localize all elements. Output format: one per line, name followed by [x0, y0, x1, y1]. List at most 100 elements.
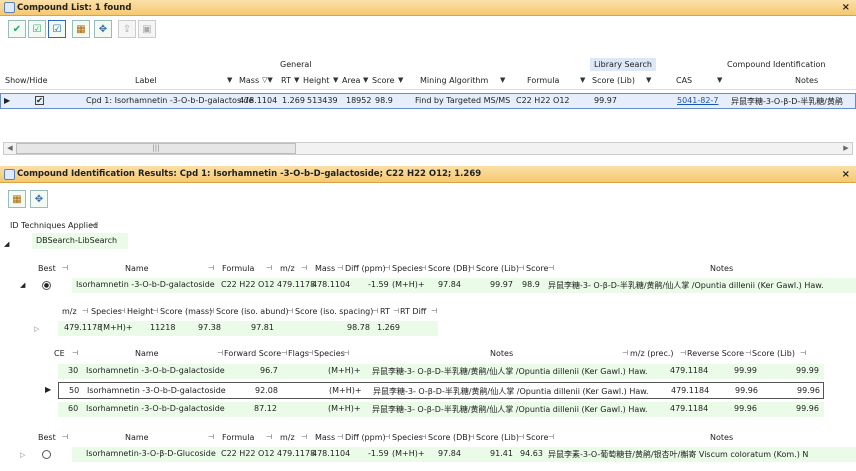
- pin-icon[interactable]: ⊣: [301, 264, 307, 272]
- ce-row[interactable]: 60 Isorhamnetin -3-O-b-D-galactoside 87.…: [58, 402, 824, 417]
- sort-tree-icon[interactable]: ✥: [30, 190, 48, 208]
- pin-icon[interactable]: ⊣: [119, 307, 125, 315]
- filter-icon[interactable]: ▼: [717, 76, 722, 84]
- pin-icon[interactable]: ⊣: [431, 307, 437, 315]
- col-score-mass[interactable]: Score (mass): [160, 307, 212, 316]
- filter-icon[interactable]: ▼: [580, 76, 585, 84]
- filter-icon[interactable]: ▽▼: [262, 76, 273, 84]
- col-rt-diff[interactable]: RT Diff: [400, 307, 426, 316]
- pin-icon[interactable]: ⊣: [680, 349, 686, 357]
- col-formula[interactable]: Formula: [527, 76, 559, 85]
- col-rt[interactable]: RT: [281, 76, 291, 85]
- scroll-left-icon[interactable]: ◀: [4, 143, 16, 154]
- collapse-icon[interactable]: ◢: [4, 240, 9, 248]
- pin-icon[interactable]: ⊣: [287, 307, 293, 315]
- col-mz[interactable]: m/z: [280, 264, 295, 273]
- col-mz-prec[interactable]: m/z (prec.): [630, 349, 674, 358]
- check-list-bold-icon[interactable]: ☑: [48, 20, 66, 38]
- isotope-row[interactable]: 479.1178 (M+H)+ 11218 97.38 97.81 98.78 …: [58, 321, 438, 336]
- col-height[interactable]: Height: [303, 76, 329, 85]
- col-cas[interactable]: CAS: [676, 76, 692, 85]
- col-name[interactable]: Name: [135, 349, 159, 358]
- pin-icon[interactable]: ⊣: [208, 264, 214, 272]
- col-species[interactable]: Species: [392, 264, 423, 273]
- col-score-lib[interactable]: Score (Lib): [592, 76, 635, 85]
- col-height[interactable]: Height: [127, 307, 153, 316]
- pin-icon[interactable]: ⊣: [281, 349, 287, 357]
- pin-icon[interactable]: ⊣: [266, 264, 272, 272]
- pin-icon[interactable]: ⊣: [548, 433, 554, 441]
- col-flags[interactable]: Flags: [288, 349, 309, 358]
- expand-icon[interactable]: ▷: [34, 325, 39, 333]
- col-score[interactable]: Score: [526, 433, 548, 442]
- pin-icon[interactable]: ⊣: [208, 307, 214, 315]
- col-species[interactable]: Species: [392, 433, 423, 442]
- check-icon[interactable]: ✔: [8, 20, 26, 38]
- pin-icon[interactable]: ⊣: [266, 433, 272, 441]
- pin-icon[interactable]: ⊣: [800, 349, 806, 357]
- col-score-db[interactable]: Score (DB): [428, 264, 471, 273]
- pin-icon[interactable]: ⊣: [307, 349, 313, 357]
- filter-icon[interactable]: ▼: [363, 76, 368, 84]
- pin-icon[interactable]: ⊣: [384, 433, 390, 441]
- pin-icon[interactable]: ⊣: [468, 433, 474, 441]
- col-notes[interactable]: Notes: [795, 76, 818, 85]
- filter-icon[interactable]: ▼: [333, 76, 338, 84]
- filter-icon[interactable]: ▼: [294, 76, 299, 84]
- col-best[interactable]: Best: [38, 264, 56, 273]
- pin-icon[interactable]: ⊣: [518, 264, 524, 272]
- pin-icon[interactable]: ⊣: [548, 264, 554, 272]
- pin-icon[interactable]: ⊣: [301, 433, 307, 441]
- pin-icon[interactable]: ⊣: [90, 221, 96, 229]
- pin-icon[interactable]: ⊣: [468, 264, 474, 272]
- pin-icon[interactable]: ⊣: [152, 307, 158, 315]
- collapse-icon[interactable]: ◢: [20, 281, 25, 289]
- table-row[interactable]: ▶ ✔ Cpd 1: Isorhamnetin -3-O-b-D-galacto…: [0, 93, 856, 109]
- col-score-lib[interactable]: Score (Lib): [476, 433, 519, 442]
- col-notes[interactable]: Notes: [490, 349, 513, 358]
- filter-icon[interactable]: ▼: [227, 76, 232, 84]
- pin-icon[interactable]: ⊣: [82, 307, 88, 315]
- pin-icon[interactable]: ⊣: [420, 433, 426, 441]
- col-score[interactable]: Score: [526, 264, 548, 273]
- pin-icon[interactable]: ⊣: [72, 349, 78, 357]
- col-area[interactable]: Area: [342, 76, 360, 85]
- pin-icon[interactable]: ⊣: [745, 349, 751, 357]
- pin-icon[interactable]: ⊣: [337, 264, 343, 272]
- pin-icon[interactable]: ⊣: [518, 433, 524, 441]
- row-cas-link[interactable]: 5041-82-7: [677, 96, 718, 105]
- col-mass[interactable]: Mass: [315, 264, 335, 273]
- col-species[interactable]: Species: [91, 307, 122, 316]
- col-show-hide[interactable]: Show/Hide: [5, 76, 48, 85]
- col-mz[interactable]: m/z: [62, 307, 77, 316]
- close-icon[interactable]: ×: [842, 169, 850, 180]
- pin-icon[interactable]: ⊣: [384, 264, 390, 272]
- pin-icon[interactable]: ⊣: [337, 433, 343, 441]
- show-hide-checkbox[interactable]: ✔: [35, 96, 44, 105]
- best-radio[interactable]: [42, 450, 51, 461]
- pin-icon[interactable]: ⊣: [622, 349, 628, 357]
- select-columns-icon[interactable]: ▦: [8, 190, 26, 208]
- col-name[interactable]: Name: [125, 433, 149, 442]
- filter-icon[interactable]: ▼: [646, 76, 651, 84]
- technique-cell[interactable]: DBSearch-LibSearch: [32, 233, 128, 249]
- ce-row-selected[interactable]: ▶ 50 Isorhamnetin -3-O-b-D-galactoside 9…: [45, 382, 824, 399]
- col-mining-algorithm[interactable]: Mining Algorithm: [420, 76, 488, 85]
- best-row[interactable]: Isorhamnetin -3-O-b-D-galactoside C22 H2…: [72, 278, 856, 293]
- col-reverse-score[interactable]: Reverse Score: [687, 349, 744, 358]
- expand-icon[interactable]: ▷: [20, 451, 25, 459]
- col-formula[interactable]: Formula: [222, 433, 254, 442]
- col-rt[interactable]: RT: [380, 307, 390, 316]
- pin-icon[interactable]: ⊣: [62, 264, 68, 272]
- col-mz[interactable]: m/z: [280, 433, 295, 442]
- filter-icon[interactable]: ▼: [500, 76, 505, 84]
- pin-icon[interactable]: ⊣: [372, 307, 378, 315]
- select-columns-icon[interactable]: ▦: [72, 20, 90, 38]
- col-forward-score[interactable]: Forward Score: [224, 349, 281, 358]
- col-score-lib[interactable]: Score (Lib): [476, 264, 519, 273]
- scroll-right-icon[interactable]: ▶: [840, 143, 852, 154]
- horizontal-scrollbar[interactable]: ◀ ||| ▶: [3, 142, 853, 155]
- col-score-db[interactable]: Score (DB): [428, 433, 471, 442]
- col-score[interactable]: Score: [372, 76, 394, 85]
- col-mass[interactable]: Mass: [239, 76, 259, 85]
